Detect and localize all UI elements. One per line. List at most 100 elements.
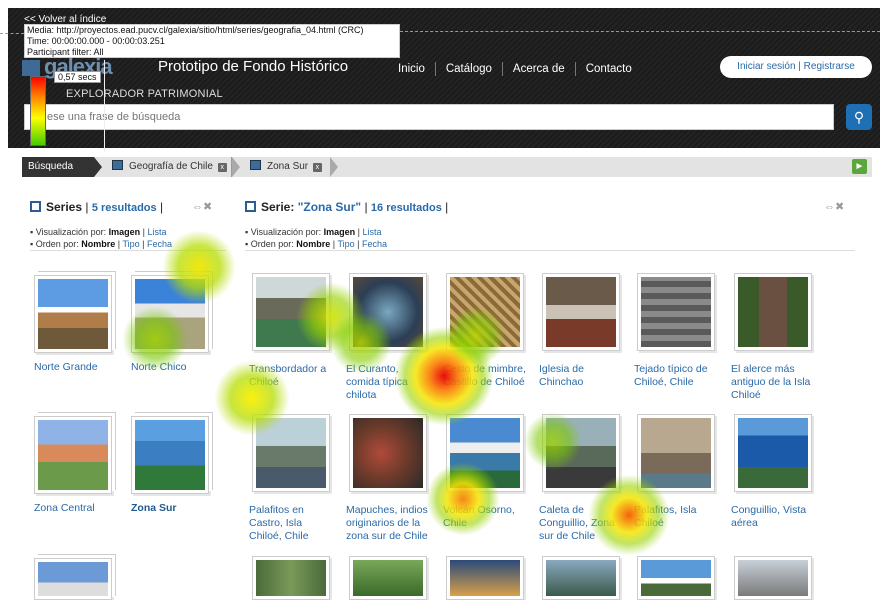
- overlay-dashed-line: [0, 33, 24, 34]
- series-thumb-zona-sur[interactable]: [131, 416, 209, 494]
- close-icon[interactable]: ✖: [835, 201, 844, 213]
- order-label: Orden por:: [250, 239, 294, 249]
- item-thumb-row3-3[interactable]: [446, 556, 524, 600]
- order-fecha-link[interactable]: Fecha: [147, 239, 172, 249]
- breadcrumb-geografia[interactable]: Geografía de Chile x: [106, 157, 232, 177]
- item-thumb-iglesia[interactable]: [542, 273, 620, 351]
- results-count: 5 resultados: [91, 202, 157, 214]
- item-thumb-cesto[interactable]: [446, 273, 524, 351]
- item-thumb-conguillio-aerea[interactable]: [734, 414, 812, 492]
- nav-acerca-de[interactable]: Acerca de: [503, 62, 576, 76]
- breadcrumb: Búsqueda Geografía de Chile x Zona Sur x: [22, 157, 872, 177]
- series-name: "Zona Sur": [297, 200, 362, 214]
- order-tipo-link[interactable]: Tipo: [122, 239, 139, 249]
- order-fecha-link[interactable]: Fecha: [362, 239, 387, 249]
- series-label-norte-chico[interactable]: Norte Chico: [131, 361, 217, 374]
- item-label[interactable]: Palafitos, Isla Chiloé: [634, 504, 720, 530]
- panel-tools: ⇔✖: [192, 200, 212, 213]
- panel-tools: ⇔✖: [824, 200, 844, 213]
- serie-options: ▪ Visualización por: Imagen | Lista ▪ Or…: [245, 227, 387, 249]
- item-thumb-tejado[interactable]: [637, 273, 715, 351]
- search-button[interactable]: ⚲: [846, 104, 872, 130]
- close-icon[interactable]: ✖: [203, 201, 212, 213]
- breadcrumb-arrow: [232, 157, 240, 177]
- series-thumb-norte-chico[interactable]: [131, 275, 209, 353]
- item-label[interactable]: Palafitos en Castro, Isla Chiloé, Chile: [249, 504, 335, 543]
- nav-inicio[interactable]: Inicio: [388, 62, 436, 76]
- site-subtitle: EXPLORADOR PATRIMONIAL: [66, 88, 223, 100]
- item-thumb-alerce[interactable]: [734, 273, 812, 351]
- expand-icon[interactable]: ⇔: [192, 201, 203, 213]
- series-thumb-zona-central[interactable]: [34, 416, 112, 494]
- close-icon[interactable]: x: [312, 163, 322, 172]
- close-icon[interactable]: x: [217, 163, 227, 172]
- series-label-norte-grande[interactable]: Norte Grande: [34, 361, 120, 374]
- item-thumb-row3-6[interactable]: [734, 556, 812, 600]
- item-thumb-row3-4[interactable]: [542, 556, 620, 600]
- item-thumb-row3-1[interactable]: [252, 556, 330, 600]
- item-label[interactable]: Caleta de Conguillio, Zona sur de Chile: [539, 504, 625, 543]
- series-icon: [30, 201, 41, 212]
- series-thumb-norte-grande[interactable]: [34, 275, 112, 353]
- nav-catalogo[interactable]: Catálogo: [436, 62, 503, 76]
- item-label[interactable]: Tejado típico de Chiloé, Chile: [634, 363, 720, 389]
- item-label[interactable]: Volcán Osorno, Chile: [443, 504, 529, 530]
- duration-label: 0,57 secs: [54, 71, 101, 83]
- breadcrumb-arrow: [330, 157, 338, 177]
- view-list-link[interactable]: Lista: [147, 227, 166, 237]
- search-icon: ⚲: [853, 109, 865, 125]
- heat-legend-bar: [30, 76, 46, 146]
- logo-icon: [22, 60, 40, 76]
- panel-title-text: Series: [46, 200, 83, 214]
- item-thumb-mapuches[interactable]: [349, 414, 427, 492]
- item-label[interactable]: Cesto de mimbre, Castillo de Chiloé: [443, 363, 529, 389]
- item-thumb-palafitos-castro[interactable]: [252, 414, 330, 492]
- breadcrumb-arrow: [94, 157, 102, 177]
- item-thumb-curanto[interactable]: [349, 273, 427, 351]
- divider: [30, 250, 226, 251]
- view-label: Visualización por:: [35, 227, 107, 237]
- item-thumb-transbordador[interactable]: [252, 273, 330, 351]
- results-count: 16 resultados: [370, 202, 442, 214]
- serie-panel-title: Serie: "Zona Sur" | 16 resultados |: [245, 200, 448, 214]
- folder-icon: [250, 160, 261, 170]
- series-options: ▪ Visualización por: Imagen | Lista ▪ Or…: [30, 227, 172, 249]
- series-thumb-5[interactable]: [34, 558, 112, 600]
- item-label[interactable]: Iglesia de Chinchao: [539, 363, 625, 389]
- nav-contacto[interactable]: Contacto: [576, 62, 642, 76]
- view-label: Visualización por:: [250, 227, 322, 237]
- breadcrumb-busqueda[interactable]: Búsqueda: [22, 157, 94, 177]
- order-current: Nombre: [296, 239, 331, 249]
- item-thumb-volcan-osorno[interactable]: [446, 414, 524, 492]
- panel-title-text: Serie:: [261, 200, 295, 214]
- item-label[interactable]: El Curanto, comida típica chilota: [346, 363, 432, 402]
- series-label-zona-central[interactable]: Zona Central: [34, 502, 120, 515]
- item-thumb-row3-2[interactable]: [349, 556, 427, 600]
- folder-icon: [112, 160, 123, 170]
- view-list-link[interactable]: Lista: [362, 227, 381, 237]
- search-input[interactable]: [24, 104, 834, 130]
- overlay-filter: Participant filter: All: [27, 47, 104, 57]
- main-nav: Inicio Catálogo Acerca de Contacto: [388, 62, 642, 76]
- divider: [245, 250, 855, 251]
- item-label[interactable]: Mapuches, indios originarios de la zona …: [346, 504, 432, 543]
- overlay-media: Media: http://proyectos.ead.pucv.cl/gale…: [27, 25, 364, 35]
- item-label[interactable]: El alerce más antiguo de la Isla Chiloé: [731, 363, 817, 402]
- overlay-dashed-line: [400, 31, 880, 32]
- export-icon[interactable]: ►: [852, 159, 867, 174]
- expand-icon[interactable]: ⇔: [824, 201, 835, 213]
- breadcrumb-label: Zona Sur: [267, 161, 309, 172]
- item-thumb-palafitos[interactable]: [637, 414, 715, 492]
- login-register-button[interactable]: Iniciar sesión | Registrarse: [720, 56, 872, 78]
- order-label: Orden por:: [35, 239, 79, 249]
- item-label[interactable]: Transbordador a Chiloé: [249, 363, 335, 389]
- breadcrumb-zona-sur[interactable]: Zona Sur x: [244, 157, 330, 177]
- item-label[interactable]: Conguillio, Vista aérea: [731, 504, 817, 530]
- view-current: Imagen: [108, 227, 141, 237]
- site-title: Prototipo de Fondo Histórico: [158, 58, 349, 75]
- item-thumb-caleta-conguillio[interactable]: [542, 414, 620, 492]
- series-label-zona-sur[interactable]: Zona Sur: [131, 502, 217, 515]
- overlay-info-box: Media: http://proyectos.ead.pucv.cl/gale…: [24, 24, 400, 58]
- item-thumb-row3-5[interactable]: [637, 556, 715, 600]
- order-tipo-link[interactable]: Tipo: [337, 239, 354, 249]
